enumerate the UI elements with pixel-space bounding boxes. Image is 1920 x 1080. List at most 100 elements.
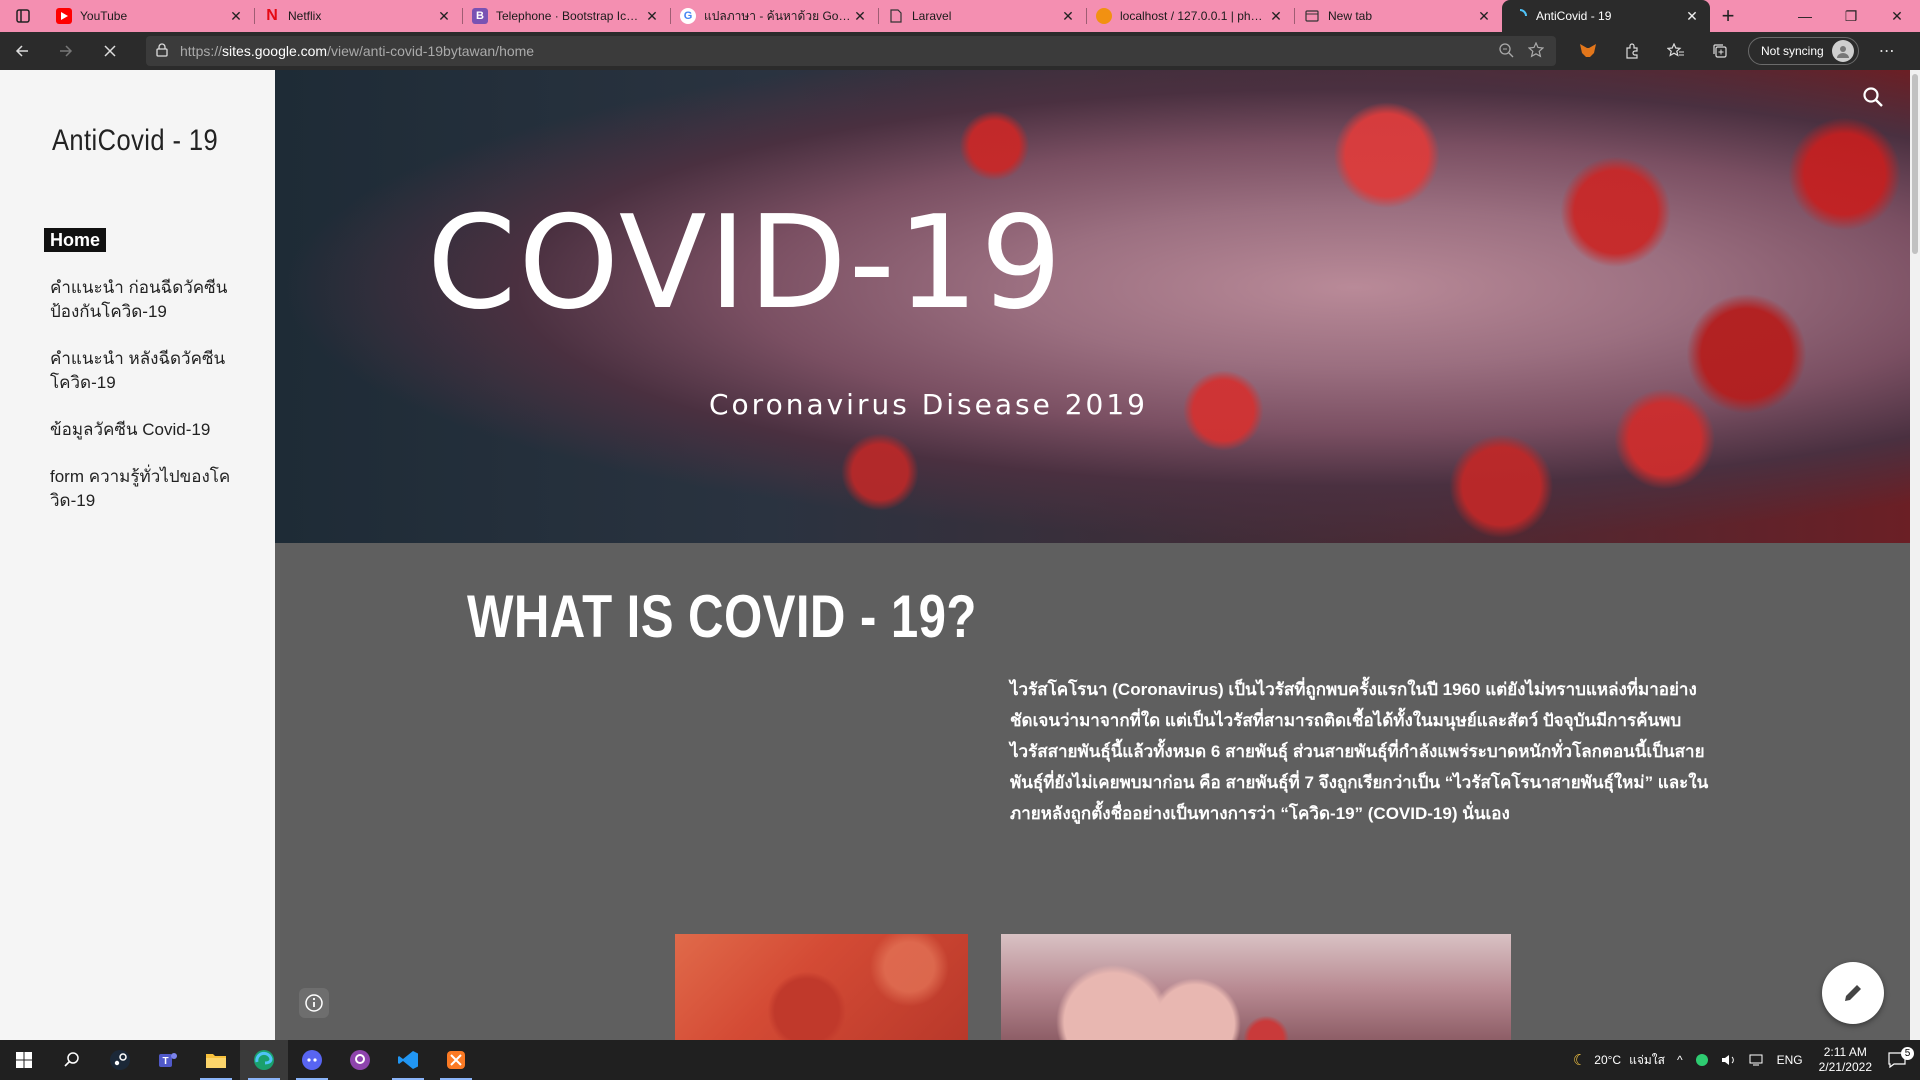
tab-new-tab[interactable]: New tab ✕ bbox=[1294, 0, 1502, 32]
tab-title: Telephone · Bootstrap Icons bbox=[496, 9, 644, 23]
web-page: AntiCovid - 19 Home คำแนะนำ ก่อนฉีดวัคซี… bbox=[0, 70, 1920, 1040]
profile-sync-button[interactable]: Not syncing bbox=[1748, 37, 1859, 65]
close-window-icon[interactable]: ✕ bbox=[1874, 0, 1920, 32]
close-tab-icon[interactable]: ✕ bbox=[1476, 8, 1492, 25]
clock[interactable]: 2:11 AM 2/21/2022 bbox=[1809, 1045, 1882, 1075]
search-icon[interactable] bbox=[48, 1040, 96, 1080]
address-bar[interactable]: https://sites.google.com/view/anti-covid… bbox=[146, 36, 1556, 66]
nav-item-before-vaccine[interactable]: คำแนะนำ ก่อนฉีดวัคซีนป้องกันโควิด-19 bbox=[44, 276, 244, 324]
security-status-icon[interactable] bbox=[1689, 1053, 1715, 1067]
site-title[interactable]: AntiCovid - 19 bbox=[52, 124, 218, 158]
speaker-icon[interactable] bbox=[1715, 1053, 1743, 1067]
nav-item-after-vaccine[interactable]: คำแนะนำ หลังฉีดวัคซีนโควิด-19 bbox=[44, 347, 244, 395]
info-icon[interactable] bbox=[299, 988, 329, 1018]
vscode-icon[interactable] bbox=[384, 1040, 432, 1080]
add-favorite-icon[interactable] bbox=[1527, 41, 1545, 61]
new-tab-button[interactable]: + bbox=[1710, 0, 1746, 32]
tab-title: Laravel bbox=[912, 9, 952, 23]
tab-title: Netflix bbox=[288, 9, 322, 23]
google-icon: G bbox=[680, 8, 696, 24]
scrollbar-thumb[interactable] bbox=[1912, 74, 1918, 254]
tab-title: localhost / 127.0.0.1 | phpMyAdmin bbox=[1120, 9, 1268, 23]
collections-icon[interactable] bbox=[1698, 32, 1742, 70]
search-icon[interactable] bbox=[1862, 86, 1884, 113]
hero-title: COVID-19 bbox=[427, 189, 1064, 338]
forward-button[interactable] bbox=[44, 32, 88, 70]
close-tab-icon[interactable]: ✕ bbox=[228, 8, 244, 25]
file-explorer-icon[interactable] bbox=[192, 1040, 240, 1080]
virus-image bbox=[675, 934, 968, 1040]
tab-bootstrap-icons[interactable]: B Telephone · Bootstrap Icons ✕ bbox=[462, 0, 670, 32]
minimize-icon[interactable]: — bbox=[1782, 0, 1828, 32]
stop-loading-button[interactable] bbox=[88, 32, 132, 70]
edit-button[interactable] bbox=[1822, 962, 1884, 1024]
tab-title: YouTube bbox=[80, 9, 128, 23]
xampp-icon[interactable] bbox=[432, 1040, 480, 1080]
site-nav: Home คำแนะนำ ก่อนฉีดวัคซีนป้องกันโควิด-1… bbox=[44, 228, 244, 536]
clock-date: 2/21/2022 bbox=[1818, 1060, 1872, 1074]
browser-toolbar: https://sites.google.com/view/anti-covid… bbox=[0, 32, 1920, 70]
hero-subtitle: Coronavirus Disease 2019 bbox=[709, 388, 1148, 421]
edge-icon[interactable] bbox=[240, 1040, 288, 1080]
close-tab-icon[interactable]: ✕ bbox=[1060, 8, 1076, 25]
back-button[interactable] bbox=[0, 32, 44, 70]
pencil-icon bbox=[1845, 985, 1861, 1001]
hero-banner: COVID-19 Coronavirus Disease 2019 bbox=[275, 70, 1910, 543]
youtube-icon bbox=[56, 8, 72, 24]
tab-phpmyadmin[interactable]: localhost / 127.0.0.1 | phpMyAdmin ✕ bbox=[1086, 0, 1294, 32]
url-host: sites.google.com bbox=[222, 43, 328, 59]
weather-widget[interactable]: ☾ 20°C แจ่มใส bbox=[1567, 1051, 1671, 1070]
favorites-icon[interactable] bbox=[1654, 32, 1698, 70]
clock-time: 2:11 AM bbox=[1823, 1045, 1867, 1059]
close-tab-icon[interactable]: ✕ bbox=[644, 8, 660, 25]
svg-text:T: T bbox=[162, 1056, 168, 1067]
scrollbar[interactable] bbox=[1910, 70, 1920, 1040]
chevron-up-icon[interactable]: ^ bbox=[1671, 1053, 1689, 1067]
close-tab-icon[interactable]: ✕ bbox=[1268, 8, 1284, 25]
tab-laravel[interactable]: Laravel ✕ bbox=[878, 0, 1086, 32]
weather-condition: แจ่มใส bbox=[1629, 1052, 1665, 1067]
virus-image bbox=[1001, 934, 1511, 1040]
restore-icon[interactable]: ❐ bbox=[1828, 0, 1874, 32]
tab-title: AntiCovid - 19 bbox=[1536, 9, 1612, 23]
tab-actions-menu-icon[interactable] bbox=[0, 0, 46, 32]
notification-count: 5 bbox=[1901, 1047, 1914, 1060]
language-indicator[interactable]: ENG bbox=[1771, 1053, 1809, 1067]
zoom-icon[interactable] bbox=[1498, 42, 1514, 61]
windows-taskbar: T ☾ 20°C แจ่มใส ^ ENG 2:11 AM 2/21/2022 … bbox=[0, 1040, 1920, 1080]
extensions-icon[interactable] bbox=[1610, 32, 1654, 70]
tab-youtube[interactable]: YouTube ✕ bbox=[46, 0, 254, 32]
url-scheme: https:// bbox=[180, 43, 223, 59]
window-controls: — ❐ ✕ bbox=[1782, 0, 1920, 32]
tab-google-translate[interactable]: G แปลภาษา - ค้นหาด้วย Google ✕ bbox=[670, 0, 878, 32]
windows-start-icon[interactable] bbox=[0, 1040, 48, 1080]
section-paragraph: ไวรัสโคโรนา (Coronavirus) เป็นไวรัสที่ถู… bbox=[1010, 680, 1709, 823]
nav-item-vaccine-info[interactable]: ข้อมูลวัคซีน Covid-19 bbox=[44, 418, 244, 442]
github-icon[interactable] bbox=[336, 1040, 384, 1080]
steam-icon[interactable] bbox=[96, 1040, 144, 1080]
settings-more-icon[interactable]: ⋯ bbox=[1865, 32, 1909, 70]
close-tab-icon[interactable]: ✕ bbox=[852, 8, 868, 25]
lock-icon[interactable] bbox=[156, 42, 168, 60]
bootstrap-icon: B bbox=[472, 8, 488, 24]
notifications-icon[interactable]: 5 bbox=[1882, 1047, 1920, 1068]
site-sidebar: AntiCovid - 19 Home คำแนะนำ ก่อนฉีดวัคซี… bbox=[0, 70, 275, 1040]
avatar bbox=[1831, 40, 1854, 62]
newtab-icon bbox=[1304, 8, 1320, 24]
close-tab-icon[interactable]: ✕ bbox=[436, 8, 452, 25]
tab-anticovid[interactable]: AntiCovid - 19 ✕ bbox=[1502, 0, 1710, 32]
system-tray: ☾ 20°C แจ่มใส ^ ENG 2:11 AM 2/21/2022 5 bbox=[1567, 1040, 1920, 1080]
loading-icon bbox=[1512, 8, 1528, 24]
section-title: WHAT IS COVID - 19? bbox=[467, 583, 977, 650]
network-icon[interactable] bbox=[1743, 1053, 1771, 1067]
metamask-extension-icon[interactable] bbox=[1566, 32, 1610, 70]
tab-netflix[interactable]: N Netflix ✕ bbox=[254, 0, 462, 32]
close-tab-icon[interactable]: ✕ bbox=[1684, 8, 1700, 25]
moon-icon: ☾ bbox=[1572, 1052, 1587, 1069]
teams-icon[interactable]: T bbox=[144, 1040, 192, 1080]
nav-item-knowledge-form[interactable]: form ความรู้ทั่วไปของโควิด-19 bbox=[44, 465, 244, 513]
discord-icon[interactable] bbox=[288, 1040, 336, 1080]
nav-item-home[interactable]: Home bbox=[44, 228, 107, 252]
sync-label: Not syncing bbox=[1761, 44, 1824, 58]
page-icon bbox=[888, 8, 904, 24]
